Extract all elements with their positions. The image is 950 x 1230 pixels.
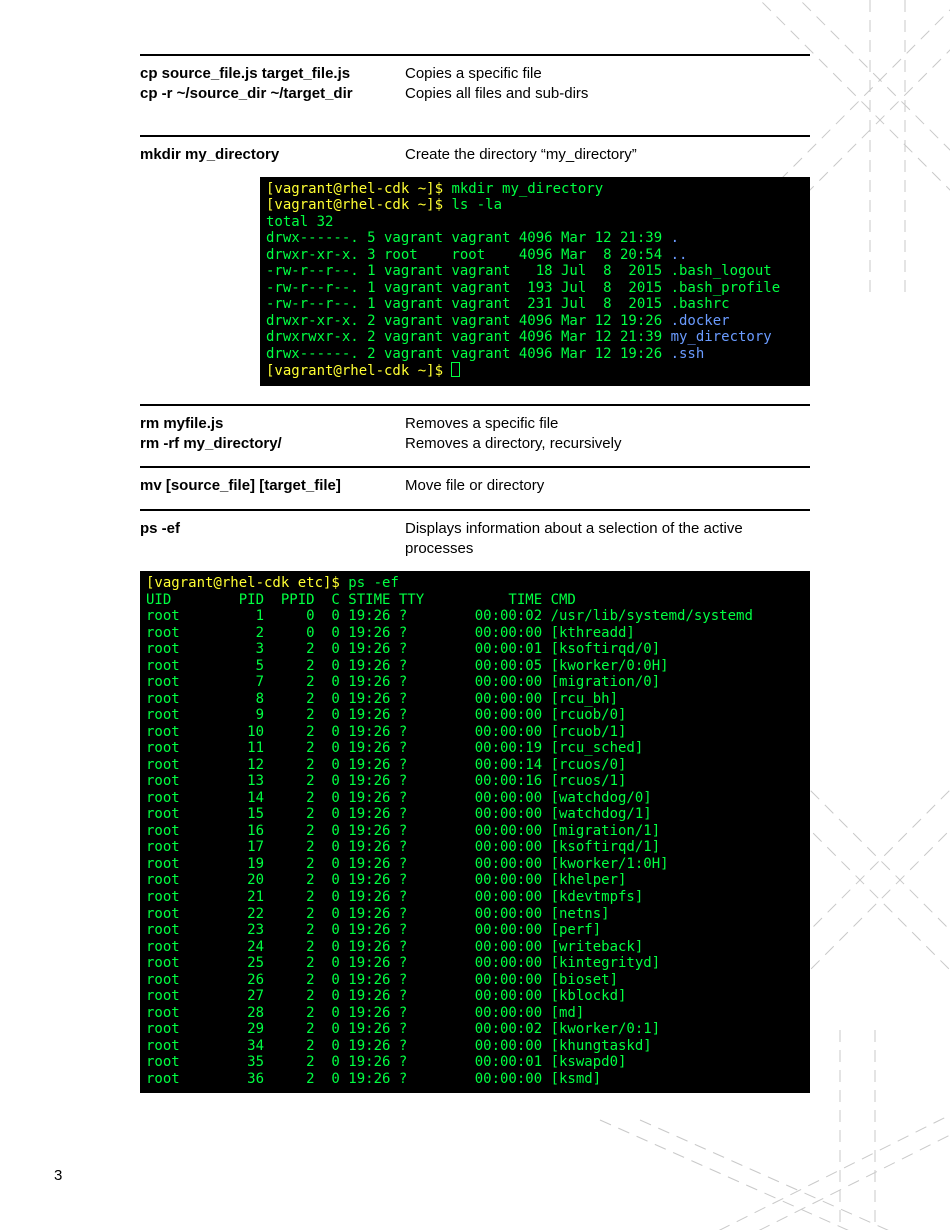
cmd-text: cp source_file.js target_file.js	[140, 64, 405, 84]
cmd-desc: Displays information about a selection o…	[405, 519, 810, 560]
cmd-text: mv [source_file] [target_file]	[140, 476, 405, 496]
command-row-mv: mv [source_file] [target_file] Move file…	[140, 466, 810, 502]
cmd-desc: Move file or directory	[405, 476, 810, 496]
cmd-text: cp -r ~/source_dir ~/target_dir	[140, 84, 405, 104]
cmd-text: rm myfile.js	[140, 414, 405, 434]
cmd-desc: Removes a specific file	[405, 414, 810, 434]
page-number: 3	[54, 1167, 62, 1184]
cmd-desc: Create the directory “my_directory”	[405, 145, 810, 165]
cmd-text: rm -rf my_directory/	[140, 434, 405, 454]
command-row-ps: ps -ef Displays information about a sele…	[140, 509, 810, 566]
command-row-rm: rm myfile.js rm -rf my_directory/ Remove…	[140, 404, 810, 461]
cmd-desc: Removes a directory, recursively	[405, 434, 810, 454]
cmd-text: mkdir my_directory	[140, 145, 405, 165]
terminal-output-mkdir: [vagrant@rhel-cdk ~]$ mkdir my_directory…	[260, 177, 810, 386]
terminal-output-ps: [vagrant@rhel-cdk etc]$ ps -ef UID PID P…	[140, 571, 810, 1093]
cmd-desc: Copies a specific file	[405, 64, 810, 84]
cmd-text: ps -ef	[140, 519, 405, 539]
command-row-cp: cp source_file.js target_file.js cp -r ~…	[140, 54, 810, 129]
cmd-desc: Copies all files and sub-dirs	[405, 84, 810, 104]
command-row-mkdir: mkdir my_directory Create the directory …	[140, 135, 810, 171]
